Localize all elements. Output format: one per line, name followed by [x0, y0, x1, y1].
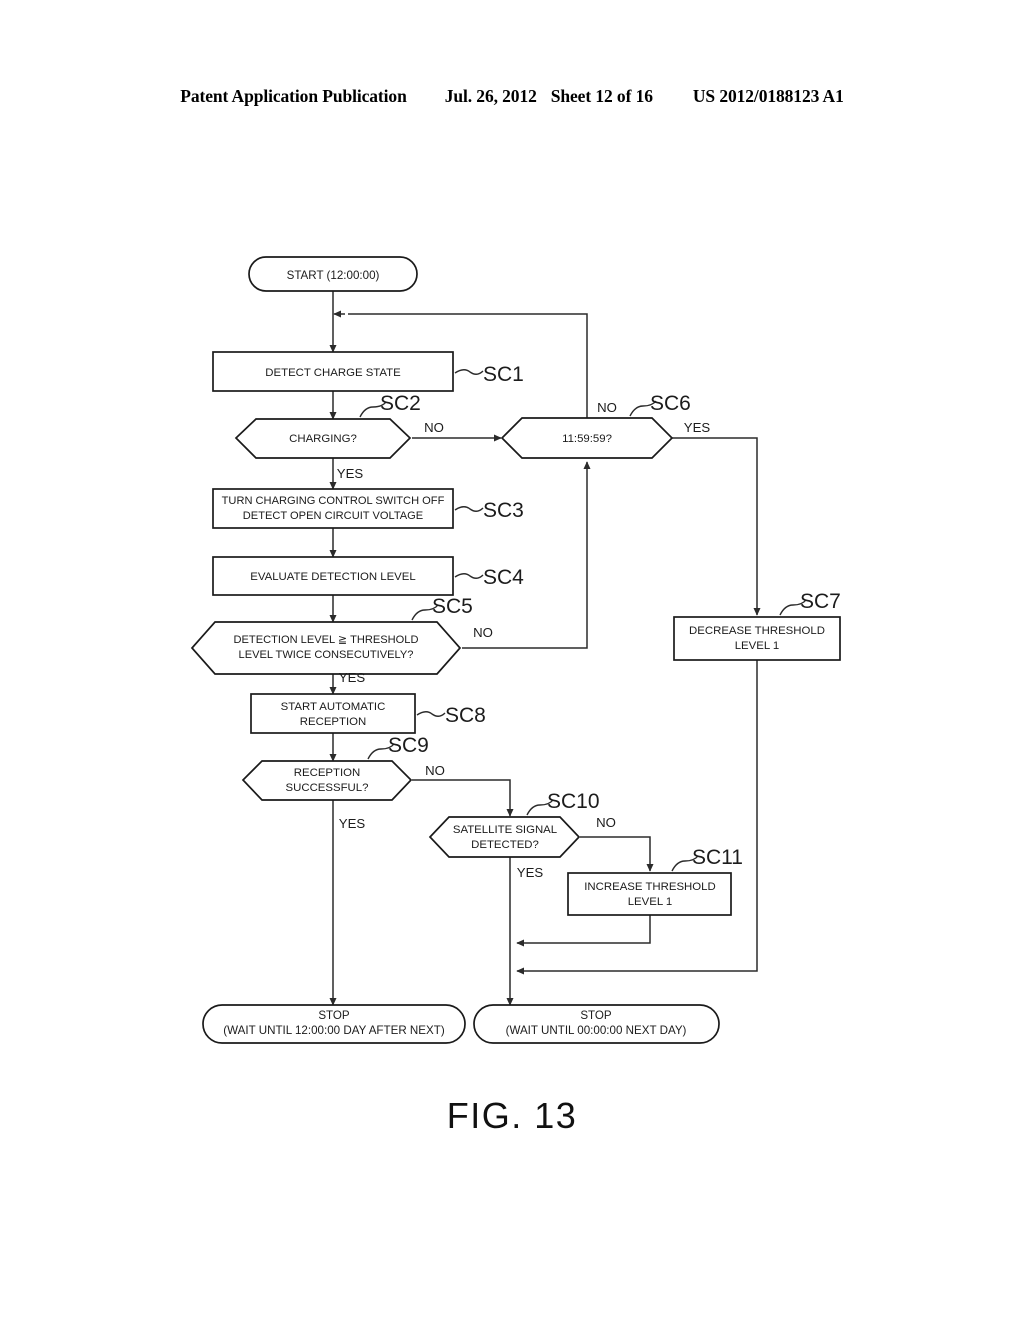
node-sc3-line1: TURN CHARGING CONTROL SWITCH OFF: [222, 495, 445, 507]
ref-label-sc11: SC11: [692, 846, 743, 869]
node-sc3-line2: DETECT OPEN CIRCUIT VOLTAGE: [243, 510, 423, 522]
edge-label-sc5-no: NO: [473, 625, 493, 640]
node-sc10-line2: DETECTED?: [471, 839, 539, 851]
edge-sc7-merge: [516, 660, 758, 975]
stop-left-line2: (WAIT UNTIL 12:00:00 DAY AFTER NEXT): [223, 1024, 445, 1037]
edge-label-sc2-yes: YES: [337, 466, 364, 481]
node-sc8-line1: START AUTOMATIC: [281, 701, 386, 713]
edge-sc10-no-to-sc11: [580, 836, 654, 872]
edge-label-sc2-no: NO: [424, 420, 444, 435]
edge-label-sc5-yes: YES: [339, 670, 366, 685]
leader-sc1: [454, 369, 484, 375]
edge-label-sc10-yes: YES: [517, 865, 544, 880]
figure-caption: FIG. 13: [446, 1095, 578, 1136]
node-sc5-line2: LEVEL TWICE CONSECUTIVELY?: [239, 649, 414, 661]
node-sc10: [428, 816, 581, 858]
ref-label-sc9: SC9: [388, 734, 429, 757]
node-sc7: [673, 616, 841, 661]
ref-label-sc1: SC1: [483, 363, 524, 386]
leader-sc8: [416, 711, 446, 717]
node-sc8-line2: RECEPTION: [300, 716, 366, 728]
node-sc10-line1: SATELLITE SIGNAL: [453, 824, 557, 836]
patent-drawing-page: Patent Application Publication Jul. 26, …: [0, 0, 1024, 1320]
node-sc11-line2: LEVEL 1: [628, 896, 673, 908]
node-sc7-line2: LEVEL 1: [735, 640, 780, 652]
edge-label-sc10-no: NO: [596, 815, 616, 830]
edge-label-sc6-yes: YES: [684, 420, 711, 435]
node-sc5: [190, 621, 462, 675]
start-label: START (12:00:00): [287, 269, 380, 282]
node-sc9-line1: RECEPTION: [294, 767, 360, 779]
ref-label-sc8: SC8: [445, 704, 486, 727]
stop-right-line1: STOP: [580, 1009, 612, 1022]
ref-label-sc6: SC6: [650, 392, 691, 415]
ref-label-sc2: SC2: [380, 392, 421, 415]
ref-label-sc4: SC4: [483, 566, 524, 589]
leader-sc4: [454, 573, 484, 579]
edge-label-sc6-no: NO: [597, 400, 617, 415]
edge-sc9-no-to-sc10: [412, 779, 514, 817]
edge-sc6-yes-to-sc7: [672, 437, 761, 616]
stop-left-line1: STOP: [318, 1009, 350, 1022]
node-sc5-line1: DETECTION LEVEL ≧ THRESHOLD: [234, 634, 419, 646]
edge-label-sc9-no: NO: [425, 763, 445, 778]
edge-sc11-merge: [516, 915, 651, 947]
ref-label-sc5: SC5: [432, 595, 473, 618]
leader-sc3: [454, 506, 484, 512]
node-sc11-line1: INCREASE THRESHOLD: [584, 881, 715, 893]
edge-label-sc9-yes: YES: [339, 816, 366, 831]
node-sc1-line1: DETECT CHARGE STATE: [265, 367, 401, 379]
edge-sc5-no-to-sc6: [462, 461, 591, 649]
ref-label-sc10: SC10: [547, 790, 600, 813]
node-sc2-line1: CHARGING?: [289, 433, 357, 445]
ref-label-sc7: SC7: [800, 590, 841, 613]
ref-label-sc3: SC3: [483, 499, 524, 522]
node-sc7-line1: DECREASE THRESHOLD: [689, 625, 825, 637]
node-sc4-line1: EVALUATE DETECTION LEVEL: [250, 571, 415, 583]
node-sc11: [567, 872, 732, 916]
node-sc9-line2: SUCCESSFUL?: [286, 782, 369, 794]
stop-right-line2: (WAIT UNTIL 00:00:00 NEXT DAY): [506, 1024, 687, 1037]
node-sc6-line1: 11:59:59?: [562, 433, 612, 445]
